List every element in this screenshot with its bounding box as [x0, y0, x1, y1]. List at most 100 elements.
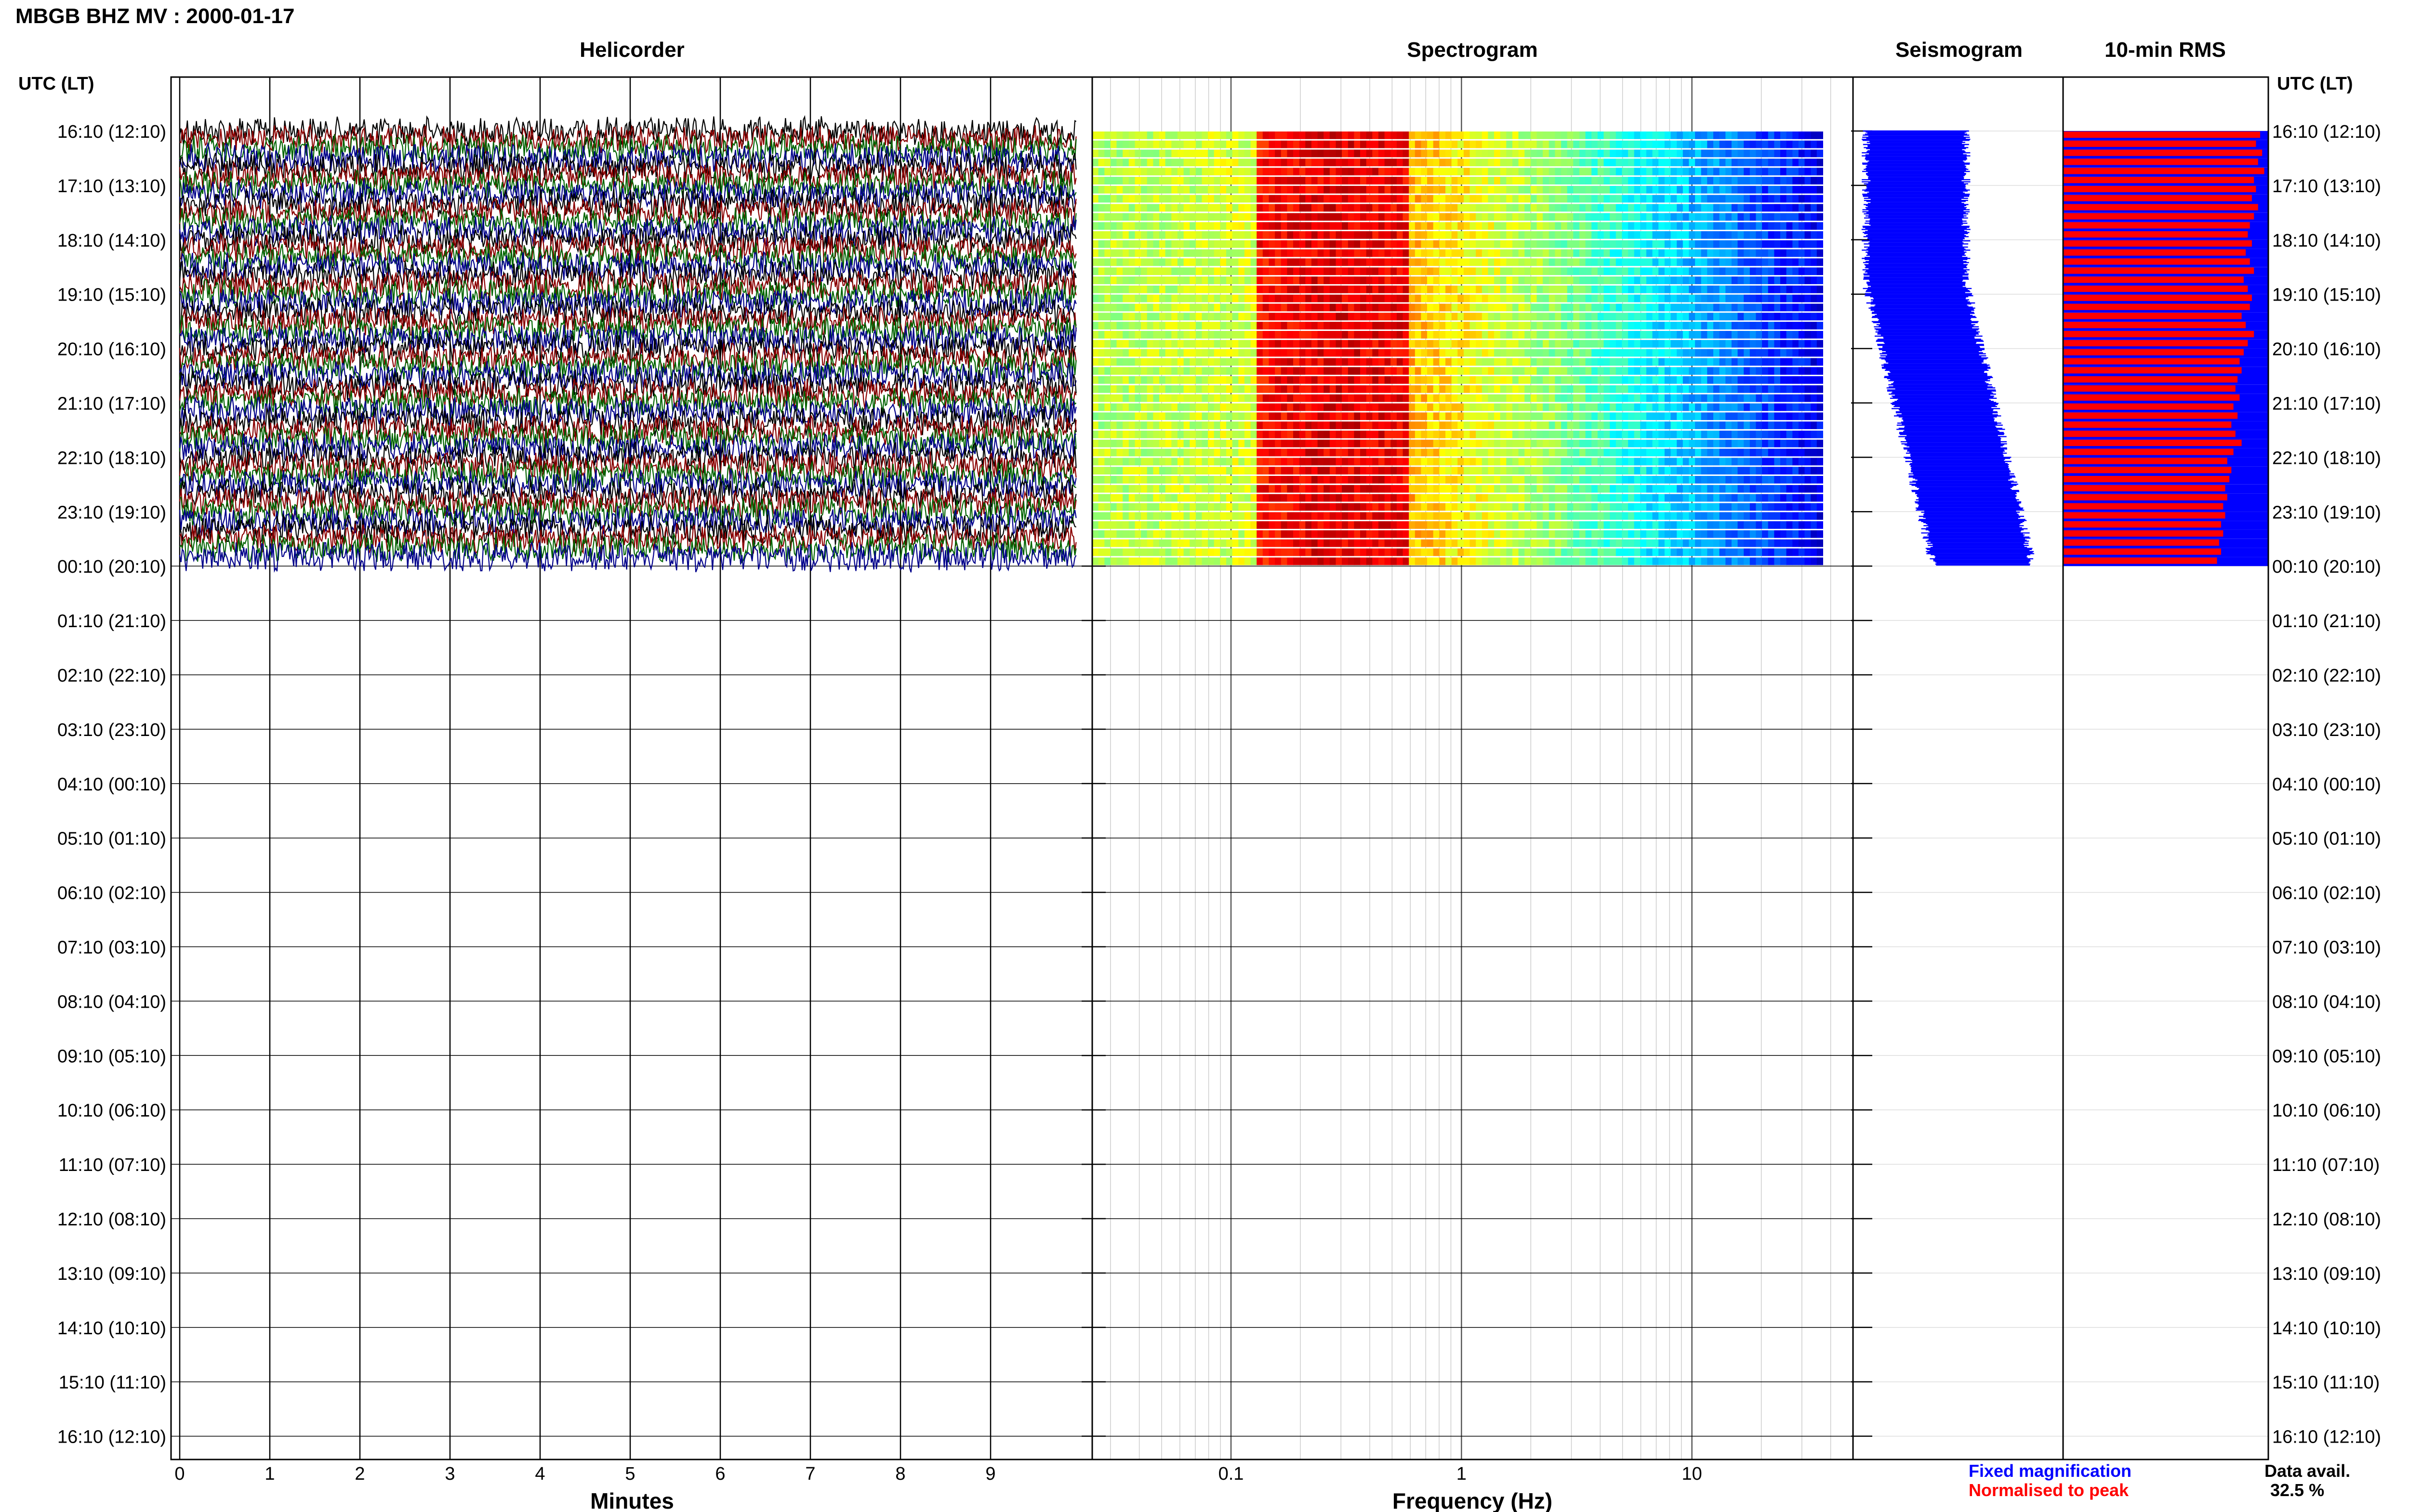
- spectrogram-cell: [1804, 385, 1811, 393]
- spectrogram-cell: [1348, 258, 1354, 266]
- spectrogram-cell: [1518, 195, 1525, 203]
- spectrogram-cell: [1165, 458, 1172, 466]
- spectrogram-cell: [1811, 421, 1817, 429]
- spectrogram-cell: [1354, 222, 1361, 230]
- spectrogram-cell: [1214, 185, 1220, 194]
- spectrogram-cell: [1324, 467, 1330, 474]
- spectrogram-cell: [1378, 476, 1385, 484]
- spectrogram-cell: [1768, 467, 1774, 474]
- spectrogram-cell: [1281, 204, 1287, 212]
- spectrogram-cell: [1500, 140, 1507, 148]
- spectrogram-cell: [1652, 467, 1659, 474]
- spectrogram-cell: [1396, 358, 1403, 366]
- spectrogram-cell: [1195, 231, 1202, 239]
- spectrogram-cell: [1816, 131, 1823, 139]
- spectrogram-cell: [1159, 367, 1166, 375]
- spectrogram-cell: [1677, 140, 1683, 148]
- spectrogram-cell: [1445, 358, 1452, 366]
- spectrogram-cell: [1110, 331, 1117, 339]
- spectrogram-cell: [1610, 421, 1616, 429]
- spectrogram-cell: [1171, 467, 1178, 474]
- spectrogram-cell: [1573, 204, 1580, 212]
- spectrogram-cell: [1482, 240, 1488, 248]
- spectrogram-cell: [1555, 394, 1562, 402]
- spectrogram-cell: [1415, 431, 1421, 438]
- spectrogram-cell: [1384, 494, 1391, 502]
- spectrogram-cell: [1585, 231, 1592, 239]
- spectrogram-cell: [1220, 485, 1227, 493]
- spectrogram-cell: [1165, 276, 1172, 284]
- spectrogram-cell: [1457, 222, 1464, 230]
- spectrogram-cell: [1220, 448, 1227, 457]
- spectrogram-cell: [1500, 431, 1507, 438]
- spectrogram-cell: [1275, 249, 1282, 257]
- spectrogram-cell: [1610, 331, 1616, 339]
- spectrogram-cell: [1378, 258, 1385, 266]
- spectrogram-cell: [1128, 258, 1135, 266]
- spectrogram-cell: [1457, 394, 1464, 402]
- spectrogram-cell: [1622, 195, 1628, 203]
- spectrogram-cell: [1281, 258, 1287, 266]
- spectrogram-cell: [1610, 149, 1616, 158]
- spectrogram-cell: [1457, 158, 1464, 167]
- spectrogram-cell: [1141, 322, 1148, 329]
- spectrogram-cell: [1324, 394, 1330, 402]
- spectrogram-cell: [1561, 294, 1568, 302]
- spectrogram-cell: [1336, 213, 1342, 221]
- spectrogram-cell: [1098, 394, 1105, 402]
- spectrogram-cell: [1646, 294, 1653, 302]
- spectrogram-cell: [1415, 412, 1421, 421]
- spectrogram-cell: [1591, 140, 1598, 148]
- spectrogram-cell: [1098, 131, 1105, 139]
- spectrogram-cell: [1439, 367, 1446, 375]
- spectrogram-cell: [1110, 322, 1117, 329]
- spectrogram-cell: [1135, 303, 1141, 312]
- spectrogram-cell: [1104, 322, 1111, 329]
- spectrogram-cell: [1634, 394, 1641, 402]
- spectrogram-cell: [1116, 494, 1123, 502]
- spectrogram-cell: [1299, 204, 1306, 212]
- spectrogram-cell: [1128, 394, 1135, 402]
- spectrogram-cell: [1232, 358, 1239, 366]
- spectrogram-cell: [1500, 421, 1507, 429]
- spectrogram-cell: [1689, 439, 1695, 447]
- spectrogram-cell: [1707, 195, 1714, 203]
- spectrogram-cell: [1786, 168, 1793, 176]
- spectrogram-cell: [1232, 258, 1239, 266]
- spectrogram-cell: [1597, 185, 1604, 194]
- spectrogram-cell: [1409, 485, 1416, 493]
- spectrogram-cell: [1147, 195, 1153, 203]
- spectrogram-cell: [1555, 213, 1562, 221]
- spectrogram-cell: [1664, 403, 1671, 411]
- spectrogram-cell: [1281, 158, 1287, 167]
- spectrogram-cell: [1348, 421, 1354, 429]
- spectrogram-cell: [1098, 204, 1105, 212]
- spectrogram-cell: [1336, 177, 1342, 184]
- spectrogram-cell: [1536, 185, 1543, 194]
- spectrogram-cell: [1141, 467, 1148, 474]
- spectrogram-cell: [1445, 458, 1452, 466]
- spectrogram-cell: [1567, 294, 1574, 302]
- spectrogram-cell: [1153, 258, 1160, 266]
- spectrogram-cell: [1177, 240, 1184, 248]
- spectrogram-cell: [1287, 394, 1294, 402]
- spectrogram-cell: [1780, 213, 1787, 221]
- spectrogram-cell: [1549, 177, 1555, 184]
- spectrogram-cell: [1780, 439, 1787, 447]
- spectrogram-cell: [1433, 412, 1440, 421]
- spectrogram-cell: [1177, 222, 1184, 230]
- spectrogram-cell: [1622, 376, 1628, 384]
- spectrogram-cell: [1488, 149, 1495, 158]
- spectrogram-cell: [1415, 448, 1421, 457]
- spectrogram-cell: [1092, 195, 1099, 203]
- spectrogram-cell: [1384, 431, 1391, 438]
- spectrogram-cell: [1591, 177, 1598, 184]
- spectrogram-cell: [1463, 467, 1470, 474]
- spectrogram-cell: [1403, 285, 1409, 293]
- spectrogram-cell: [1366, 222, 1373, 230]
- spectrogram-cell: [1591, 222, 1598, 230]
- spectrogram-cell: [1597, 168, 1604, 176]
- spectrogram-cell: [1762, 149, 1769, 158]
- spectrogram-cell: [1579, 322, 1586, 329]
- spectrogram-cell: [1597, 149, 1604, 158]
